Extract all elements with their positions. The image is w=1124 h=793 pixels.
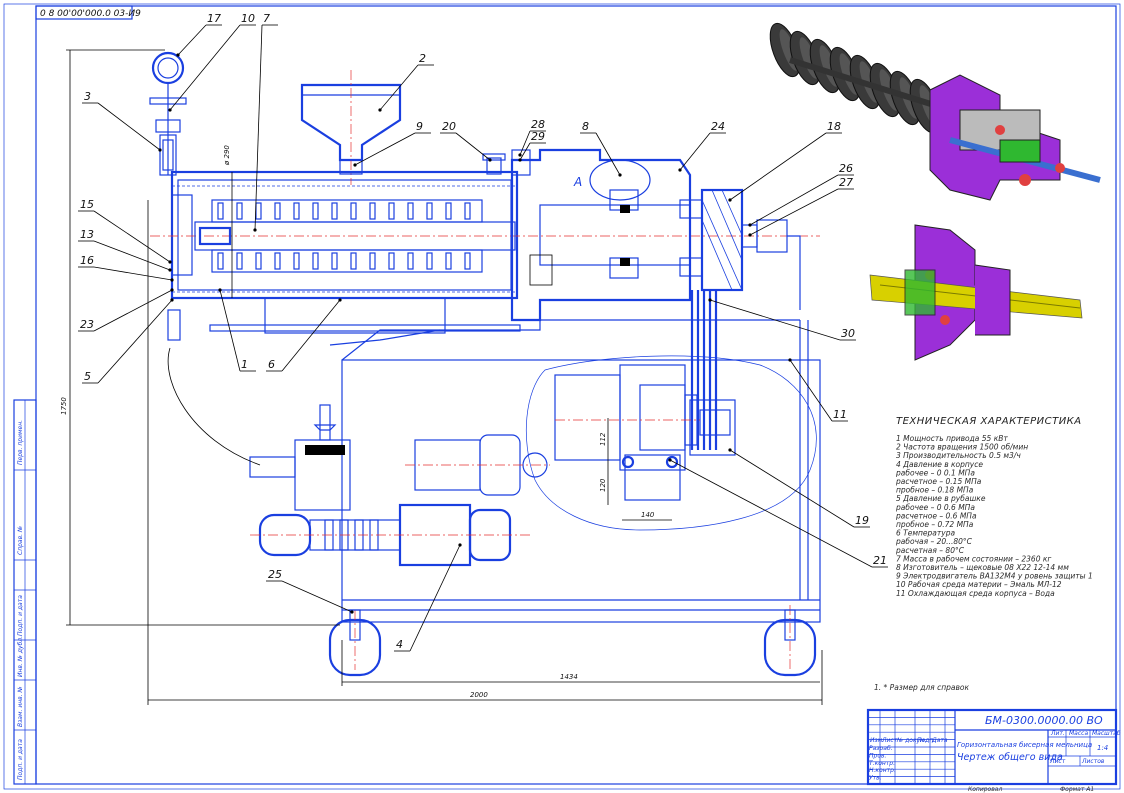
- stamp-3: Инв. № дубл.: [17, 636, 24, 677]
- sheet-label: Лист: [1049, 758, 1066, 765]
- callout-11: 11: [833, 408, 847, 421]
- dim-d3: 140: [641, 511, 655, 519]
- callout-leader-13: [93, 240, 171, 271]
- dim-d2: 120: [599, 478, 607, 492]
- tb-role-1: Пров.: [869, 752, 887, 759]
- tb-role-4: Утв.: [869, 775, 882, 782]
- callout-20: 20: [442, 120, 456, 133]
- view-label: A: [573, 175, 582, 189]
- filter-unit: [167, 309, 351, 511]
- callout-25: 25: [268, 568, 282, 581]
- tb-role-3: Н.контр.: [869, 767, 896, 774]
- bearing-housing: [510, 148, 703, 322]
- callout-13: 13: [80, 228, 94, 241]
- callout-leader-24: [679, 132, 711, 171]
- stamp-0: Перв. примен.: [17, 420, 24, 465]
- col-mass: Масса: [1069, 730, 1088, 737]
- callout-leader-6: [281, 299, 341, 372]
- specs-title: ТЕХНИЧЕСКАЯ ХАРАКТЕРИСТИКА: [896, 416, 1082, 427]
- dim-d1: 112: [599, 432, 607, 446]
- wheel-right: [763, 605, 817, 677]
- stamp-1: Справ. №: [17, 526, 24, 555]
- main-motor: [554, 364, 700, 471]
- callout-4: 4: [396, 638, 403, 651]
- callout-leader-3: [97, 102, 161, 151]
- callout-27: 27: [839, 176, 853, 189]
- stamp-2: Подп. и дата: [17, 595, 24, 636]
- motor-zone-outline: [525, 355, 817, 531]
- callout-leader-16: [93, 266, 173, 281]
- side-stamp: Перв. примен. Справ. № Подп. и дата Инв.…: [13, 399, 37, 785]
- callout-17: 17: [207, 12, 221, 25]
- callout-leader-19: [729, 449, 855, 528]
- tb-col-1: Лист: [881, 737, 898, 744]
- callout-30: 30: [841, 327, 855, 340]
- callout-2: 2: [419, 52, 426, 65]
- stamp-4: Взам. инв. №: [17, 686, 24, 727]
- callout-leader-17: [177, 24, 207, 56]
- wheel-left: [328, 609, 382, 677]
- callout-7: 7: [263, 12, 270, 25]
- dimensions: 1750 2000 1434 ø 290 112 120 140: [60, 49, 823, 705]
- callout-leader-21: [669, 459, 873, 568]
- tb-col-4: Дата: [931, 737, 948, 744]
- callout-26: 26: [839, 162, 853, 175]
- callout-15: 15: [80, 198, 94, 211]
- callout-16: 16: [80, 254, 94, 267]
- doc-code: БМ-0300.0000.00 ВО: [985, 714, 1103, 727]
- callout-23: 23: [80, 318, 94, 331]
- col-scale: Масштаб: [1092, 730, 1121, 737]
- dim-inner: 1434: [560, 673, 578, 681]
- callout-leader-7: [254, 24, 263, 231]
- dim-width: 2000: [470, 691, 488, 699]
- callout-24: 24: [711, 120, 725, 133]
- callout-leader-20: [455, 132, 491, 161]
- format-label: Формат А1: [1060, 786, 1094, 793]
- callout-leader-23: [93, 289, 173, 332]
- tb-role-2: Т.контр.: [869, 760, 895, 767]
- top-code: 0 8 00'00'000.0 03-И9: [40, 9, 141, 19]
- callout-leader-5: [97, 299, 173, 384]
- callout-leader-9: [354, 132, 416, 166]
- callout-19: 19: [855, 514, 869, 527]
- callout-leader-27: [749, 188, 839, 236]
- col-lit: Лит.: [1050, 730, 1065, 737]
- spec-line-18: 11 Охлаждающая среда корпуса – Вода: [896, 589, 1055, 598]
- callout-8: 8: [582, 120, 589, 133]
- callout-18: 18: [827, 120, 841, 133]
- title-block: Изм.Лист № докум.Подп.ДатаРазраб.Пров.Т.к…: [866, 708, 1121, 793]
- sheets-label: Листов: [1081, 758, 1105, 765]
- spec-lines: 1 Мощность привода 55 кВт2 Частота враще…: [895, 434, 1093, 598]
- callout-10: 10: [241, 12, 255, 25]
- render-rotor-3d: [769, 22, 1101, 201]
- callout-leader-26: [749, 174, 839, 226]
- machine-assembly: [149, 51, 821, 677]
- callout-21: 21: [873, 554, 887, 567]
- callout-9: 9: [416, 120, 423, 133]
- callout-1: 1: [241, 358, 248, 371]
- copied-label: Копировал: [968, 786, 1002, 793]
- motor-mount: [621, 454, 681, 501]
- stamp-5: Подп. и дата: [17, 739, 24, 780]
- product-name: Горизонтальная бисерная мельница: [957, 741, 1092, 749]
- drawing-note: 1. * Размер для справок: [874, 683, 969, 692]
- render-seal-3d: [869, 224, 1083, 361]
- callout-5: 5: [84, 370, 91, 383]
- callout-6: 6: [268, 358, 275, 371]
- callout-3: 3: [84, 90, 91, 103]
- callout-leader-15: [93, 210, 171, 263]
- scale-value: 1:4: [1097, 744, 1108, 752]
- tb-role-0: Разраб.: [869, 745, 893, 752]
- dim-height: 1750: [60, 397, 68, 415]
- grinding-chamber: [170, 170, 519, 300]
- callout-leader-10: [169, 24, 241, 111]
- drawing-kind: Чертеж общего вида: [957, 752, 1063, 763]
- feed-hopper: [300, 70, 402, 185]
- callout-leader-4: [409, 544, 461, 652]
- dim-diameter: ø 290: [223, 145, 231, 166]
- callout-29: 29: [531, 130, 545, 143]
- pressure-gauge: [149, 51, 187, 176]
- engineering-drawing-sheet: 0 8 00'00'000.0 03-И9 Перв. примен. Спра…: [3, 3, 1121, 793]
- base-frame: [341, 359, 821, 623]
